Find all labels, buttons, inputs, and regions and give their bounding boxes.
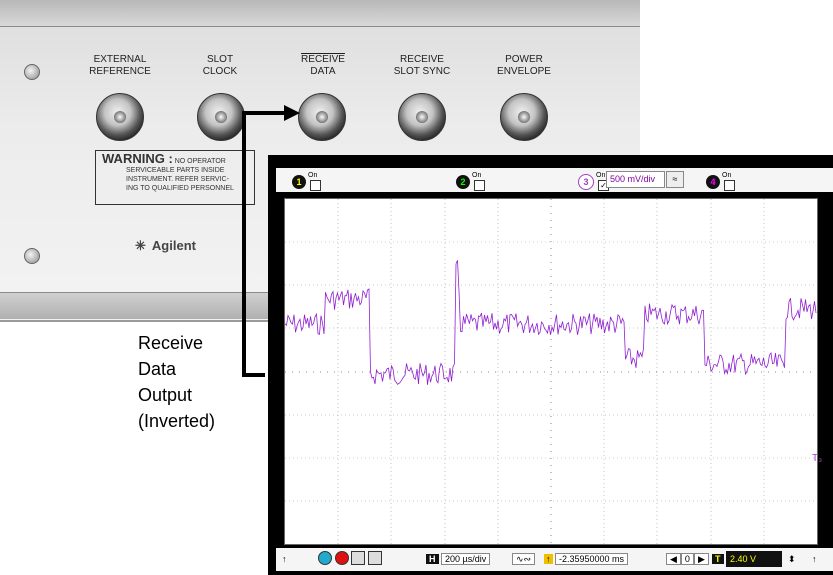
timebase-field[interactable]: 200 µs/div bbox=[441, 553, 491, 565]
timebase-control[interactable]: H 200 µs/div bbox=[426, 551, 491, 567]
channel-2-on-label: On bbox=[472, 172, 482, 179]
channel-3-scale-field[interactable]: 500 mV/div bbox=[606, 171, 665, 188]
channel-1-control[interactable]: 1 On bbox=[292, 172, 321, 191]
channel-4-on-label: On bbox=[722, 172, 732, 179]
delay-field[interactable]: -2.35950000 ms bbox=[555, 553, 629, 565]
channel-3-badge: 3 bbox=[578, 173, 594, 190]
delay-icon: ↑ bbox=[544, 554, 553, 564]
waveform-display bbox=[284, 199, 817, 544]
trigger-level-marker[interactable]: T₃ bbox=[812, 453, 822, 464]
trigger-level-field[interactable]: 2.40 V bbox=[726, 551, 783, 567]
waveform-graticule bbox=[284, 198, 818, 545]
channel-1-checkbox[interactable] bbox=[310, 180, 321, 191]
save-icon[interactable] bbox=[351, 551, 366, 565]
run-controls[interactable] bbox=[318, 551, 382, 567]
channel-1-badge: 1 bbox=[292, 174, 306, 189]
trigger-control[interactable]: T 2.40 V bbox=[712, 551, 783, 567]
coupling-icon[interactable]: ≈ bbox=[666, 171, 684, 188]
ref-right-icon: ↑ bbox=[812, 554, 817, 564]
trigger-updown-icon[interactable]: ⬍ bbox=[788, 551, 796, 567]
channel-bar bbox=[276, 168, 833, 192]
channel-4-checkbox[interactable] bbox=[724, 180, 735, 191]
print-icon[interactable] bbox=[367, 551, 382, 565]
run-icon[interactable] bbox=[318, 551, 332, 565]
channel-1-on-label: On bbox=[308, 172, 318, 179]
channel-2-control[interactable]: 2 On bbox=[456, 172, 485, 191]
channel-2-badge: 2 bbox=[456, 174, 470, 189]
delay-right-icon[interactable]: ▶ bbox=[693, 553, 709, 565]
channel-4-control[interactable]: 4 On bbox=[706, 172, 735, 191]
channel-2-checkbox[interactable] bbox=[474, 180, 485, 191]
stop-icon[interactable] bbox=[334, 551, 349, 565]
delay-nav[interactable]: ◀ 0 ▶ bbox=[666, 551, 709, 567]
delay-control[interactable]: ↑ -2.35950000 ms bbox=[544, 551, 629, 567]
callout-label: Receive Data Output (Inverted) bbox=[138, 333, 216, 431]
channel-3-control[interactable]: 3 On ✓ bbox=[578, 172, 609, 191]
trigger-slope-icon[interactable]: ∿∾ bbox=[512, 551, 536, 567]
channel-4-badge: 4 bbox=[706, 174, 720, 189]
ref-icon: ↑ bbox=[282, 554, 287, 564]
delay-zero-icon[interactable]: 0 bbox=[680, 553, 694, 565]
delay-left-icon[interactable]: ◀ bbox=[666, 553, 681, 565]
